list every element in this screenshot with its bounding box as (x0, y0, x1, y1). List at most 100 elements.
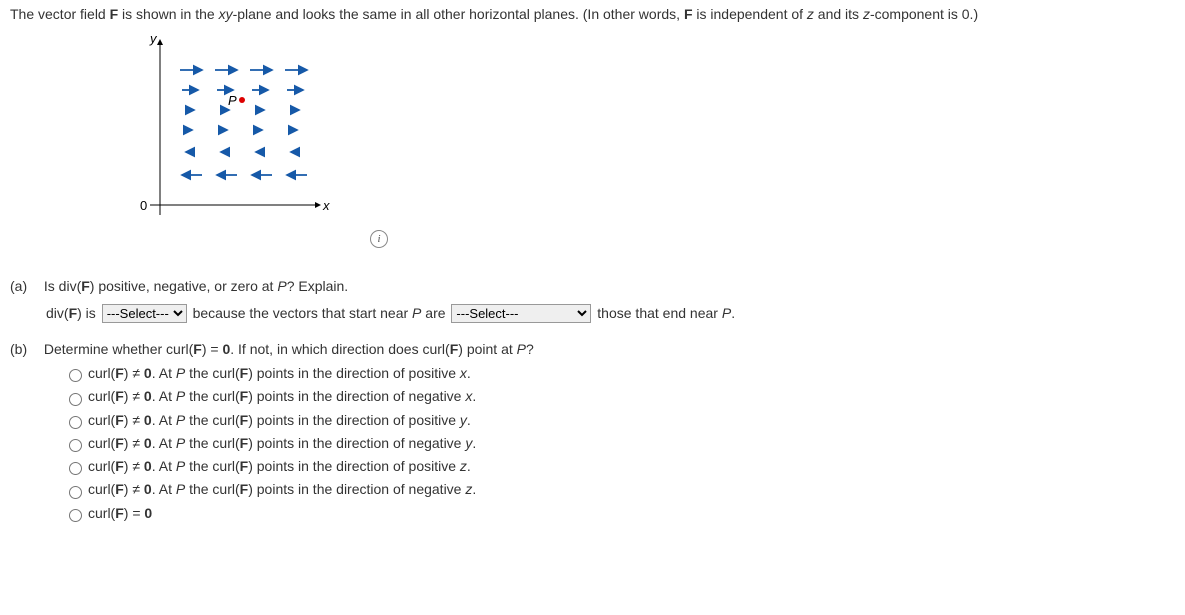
text: ) is (77, 305, 100, 321)
text: . At (152, 365, 176, 381)
text: F (115, 435, 124, 451)
text: the curl( (185, 458, 239, 474)
text: 0 (144, 435, 152, 451)
text: the curl( (185, 412, 239, 428)
text: x (460, 365, 467, 381)
text: curl( (88, 458, 115, 474)
text: P (277, 278, 286, 294)
part-b: (b) Determine whether curl(F) = 0. If no… (10, 341, 1175, 522)
text: ) points in the direction of positive (248, 412, 460, 428)
curl-option[interactable]: curl(F) ≠ 0. At P the curl(F) points in … (64, 365, 1175, 382)
text: F (240, 412, 249, 428)
curl-option[interactable]: curl(F) ≠ 0. At P the curl(F) points in … (64, 412, 1175, 429)
text: P (517, 341, 526, 357)
text: 0 (144, 412, 152, 428)
text: F (684, 6, 693, 22)
curl-option[interactable]: curl(F) ≠ 0. At P the curl(F) points in … (64, 435, 1175, 452)
text: is shown in the (118, 6, 218, 22)
text: 0 (144, 365, 152, 381)
text: F (115, 365, 124, 381)
div-reason-select[interactable]: ---Select--- (451, 304, 591, 323)
text: ) ≠ (124, 481, 144, 497)
text: curl( (88, 481, 115, 497)
text: . (472, 388, 476, 404)
text: F (240, 458, 249, 474)
info-icon[interactable]: i (370, 230, 388, 248)
text: z (807, 6, 814, 22)
text: -component is 0.) (870, 6, 978, 22)
text: P (176, 388, 185, 404)
text: . At (152, 458, 176, 474)
text: P (722, 305, 731, 321)
text: F (240, 365, 249, 381)
text: ) point at (458, 341, 516, 357)
text: ? Explain. (287, 278, 348, 294)
curl-option-radio[interactable] (69, 416, 82, 429)
text: F (69, 305, 78, 321)
curl-option-radio[interactable] (69, 439, 82, 452)
text: the curl( (185, 388, 239, 404)
curl-option[interactable]: curl(F) ≠ 0. At P the curl(F) points in … (64, 481, 1175, 498)
text: P (176, 365, 185, 381)
point-p-label: P (228, 93, 237, 108)
text: F (240, 481, 249, 497)
origin-label: 0 (140, 198, 147, 213)
text: 0 (144, 481, 152, 497)
text: . (472, 481, 476, 497)
curl-option[interactable]: curl(F) ≠ 0. At P the curl(F) points in … (64, 388, 1175, 405)
text: F (240, 388, 249, 404)
text: ) = (124, 505, 145, 521)
curl-option-radio[interactable] (69, 509, 82, 522)
text: y (460, 412, 467, 428)
text: the curl( (185, 481, 239, 497)
part-b-label: (b) (10, 341, 40, 357)
text: curl( (88, 435, 115, 451)
curl-option-radio[interactable] (69, 486, 82, 499)
text: P (176, 458, 185, 474)
text: . (467, 412, 471, 428)
part-a-answer-line: div(F) is ---Select--- because the vecto… (46, 304, 1175, 323)
text: P (176, 412, 185, 428)
text: F (81, 278, 90, 294)
curl-option[interactable]: curl(F) = 0 (64, 505, 1175, 522)
text: curl( (88, 505, 115, 521)
text: The vector field (10, 6, 110, 22)
text: z (460, 458, 467, 474)
text: Is div( (44, 278, 81, 294)
text: z (863, 6, 870, 22)
text: ) ≠ (124, 365, 144, 381)
text: F (115, 505, 124, 521)
text: F (240, 435, 249, 451)
x-axis-label: x (322, 198, 330, 213)
text: ) points in the direction of negative (248, 388, 465, 404)
text: F (450, 341, 459, 357)
text: F (193, 341, 202, 357)
text: ) ≠ (124, 435, 144, 451)
text: curl( (88, 412, 115, 428)
text: xy (219, 6, 233, 22)
text: . If not, in which direction does curl( (230, 341, 449, 357)
text: F (115, 481, 124, 497)
text: 0 (144, 505, 152, 521)
text: . At (152, 412, 176, 428)
text: is independent of (693, 6, 807, 22)
text: ? (526, 341, 534, 357)
curl-option-radio[interactable] (69, 393, 82, 406)
text: ) points in the direction of positive (248, 365, 460, 381)
curl-option-radio[interactable] (69, 462, 82, 475)
text: F (115, 388, 124, 404)
curl-option[interactable]: curl(F) ≠ 0. At P the curl(F) points in … (64, 458, 1175, 475)
text: the curl( (185, 435, 239, 451)
text: are (421, 305, 449, 321)
text: F (115, 458, 124, 474)
text: the curl( (185, 365, 239, 381)
part-a: (a) Is div(F) positive, negative, or zer… (10, 278, 1175, 323)
text: F (110, 6, 119, 22)
div-sign-select[interactable]: ---Select--- (102, 304, 187, 323)
text: -plane and looks the same in all other h… (233, 6, 684, 22)
text: 0 (144, 388, 152, 404)
text: P (176, 481, 185, 497)
text: those that end near (597, 305, 722, 321)
curl-option-radio[interactable] (69, 369, 82, 382)
text: and its (814, 6, 863, 22)
